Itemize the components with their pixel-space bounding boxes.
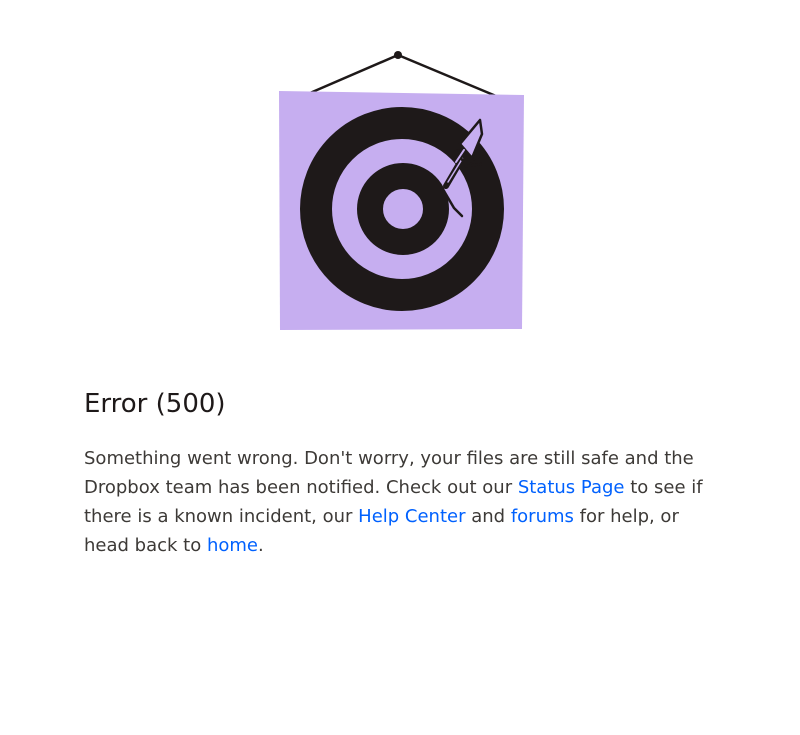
hanging-string <box>308 53 498 98</box>
status-page-link[interactable]: Status Page <box>518 477 625 498</box>
home-link[interactable]: home <box>207 535 258 556</box>
hanging-nail <box>394 51 402 59</box>
target-dart-icon <box>279 51 524 330</box>
error-title: Error (500) <box>84 389 226 419</box>
message-text-5: . <box>257 535 264 556</box>
error-illustration <box>270 40 532 340</box>
help-center-link[interactable]: Help Center <box>358 506 465 527</box>
forums-link[interactable]: forums <box>511 506 574 527</box>
error-content: Error (500) Something went wrong. Don't … <box>84 382 724 560</box>
error-message: Something went wrong. Don't worry, your … <box>84 444 724 560</box>
message-text-3: and <box>465 506 511 527</box>
